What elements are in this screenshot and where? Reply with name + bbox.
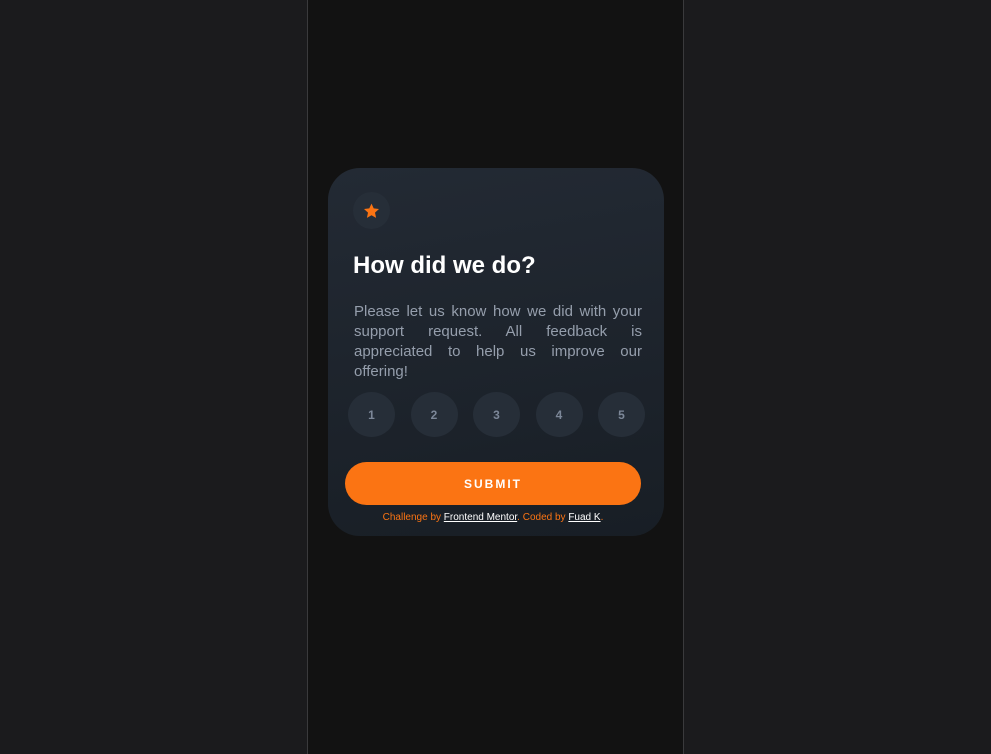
author-link[interactable]: Fuad K bbox=[568, 512, 600, 523]
card-title: How did we do? bbox=[353, 252, 536, 279]
attribution-prefix: Challenge by bbox=[382, 512, 442, 523]
submit-button[interactable]: SUBMIT bbox=[345, 462, 641, 505]
star-icon-badge bbox=[353, 192, 390, 229]
rating-options: 1 2 3 4 5 bbox=[348, 392, 645, 437]
rating-button-5[interactable]: 5 bbox=[598, 392, 645, 437]
attribution-suffix: . bbox=[600, 512, 604, 523]
star-icon bbox=[364, 203, 379, 218]
card-description: Please let us know how we did with your … bbox=[354, 303, 642, 380]
mobile-viewport: How did we do? Please let us know how we… bbox=[307, 0, 684, 754]
rating-card: How did we do? Please let us know how we… bbox=[328, 168, 664, 536]
attribution: Challenge by Frontend Mentor. Coded by F… bbox=[328, 512, 658, 523]
rating-button-4[interactable]: 4 bbox=[535, 392, 583, 437]
rating-button-1[interactable]: 1 bbox=[348, 392, 395, 437]
rating-button-3[interactable]: 3 bbox=[473, 392, 520, 437]
frontend-mentor-link[interactable]: Frontend Mentor bbox=[444, 512, 517, 523]
attribution-middle: . Coded by bbox=[517, 512, 566, 523]
rating-button-2[interactable]: 2 bbox=[410, 392, 458, 437]
